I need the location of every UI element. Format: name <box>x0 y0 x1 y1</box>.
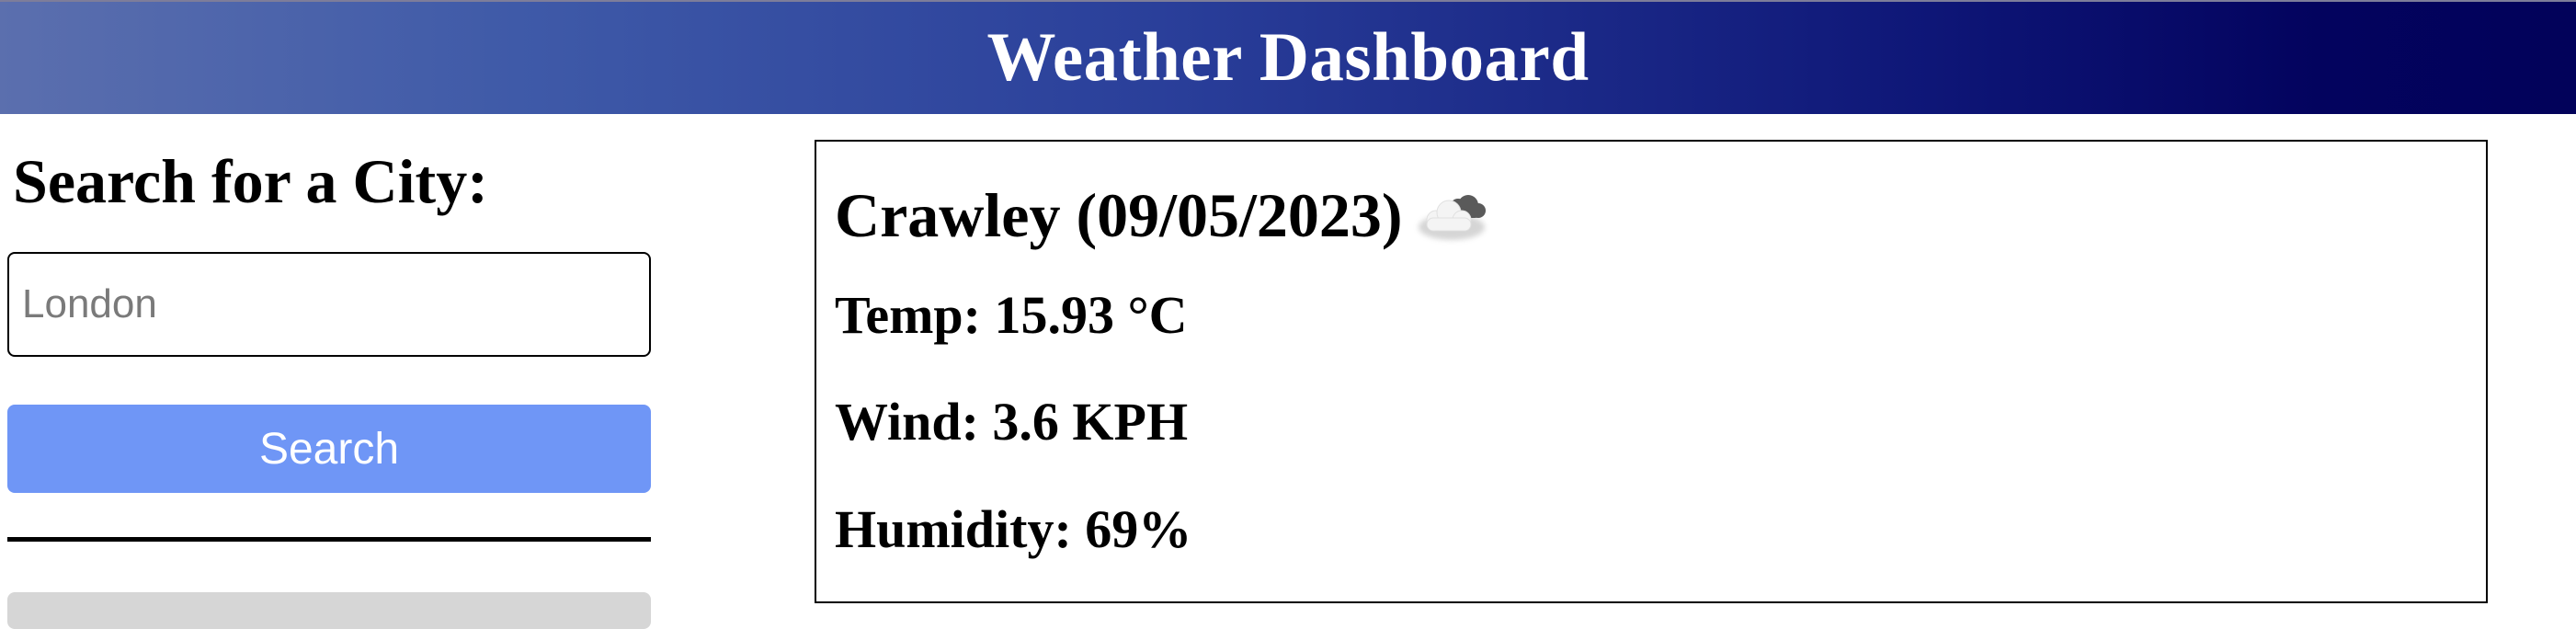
app-header: Weather Dashboard <box>0 0 2576 114</box>
search-button[interactable]: Search <box>7 405 651 493</box>
sidebar-divider <box>7 537 651 542</box>
city-date-heading: Crawley (09/05/2023) <box>835 183 1493 247</box>
current-weather-card: Crawley (09/05/2023) Temp: 15.93 °C Wind… <box>815 140 2488 603</box>
page-title: Weather Dashboard <box>986 19 1590 96</box>
humidity-value: Humidity: 69% <box>835 499 1192 559</box>
city-search-input[interactable] <box>7 252 651 357</box>
search-heading: Search for a City: <box>13 146 488 216</box>
city-date-text: Crawley (09/05/2023) <box>835 180 1403 250</box>
search-history-button[interactable] <box>7 592 651 629</box>
cloud-icon <box>1410 183 1493 247</box>
wind-value: Wind: 3.6 KPH <box>835 392 1189 452</box>
temperature-value: Temp: 15.93 °C <box>835 285 1188 345</box>
